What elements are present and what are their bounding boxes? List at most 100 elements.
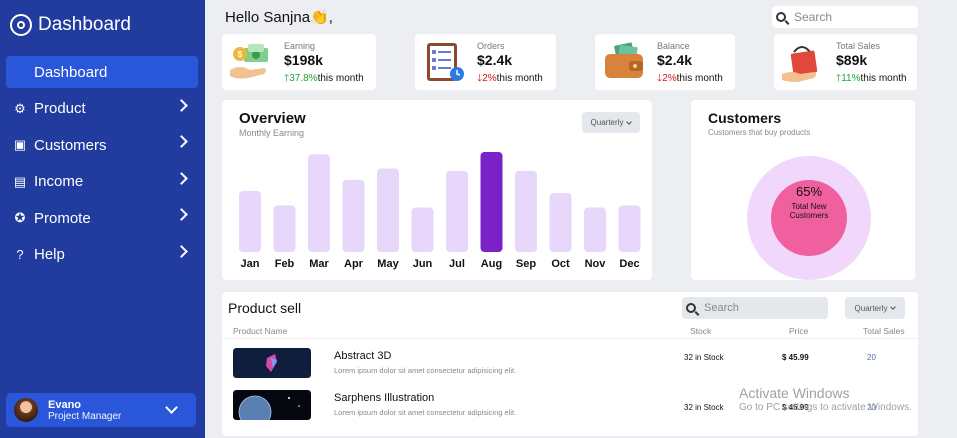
- product-description: Lorem ipsum dolor sit amet consectetur a…: [334, 366, 517, 375]
- stat-label: Earning: [284, 41, 316, 51]
- sidebar-item-help[interactable]: ? Help: [6, 239, 198, 271]
- avatar: [14, 398, 38, 422]
- product-search-input[interactable]: Search: [682, 297, 828, 319]
- product-total-sales: 20: [867, 353, 876, 362]
- product-sell-panel: Product sell Search Quarterly Product Na…: [222, 292, 918, 436]
- bar-jan: [239, 190, 261, 252]
- bar-oct: [549, 193, 572, 252]
- sidebar-item-label: Customers: [34, 136, 107, 154]
- x-tick-label: Mar: [309, 258, 329, 270]
- overview-panel: Overview Monthly Earning Quarterly Jan Fe…: [222, 100, 652, 280]
- chevron-right-icon: [175, 208, 188, 221]
- x-tick-label: Jul: [449, 258, 465, 270]
- stat-value: $89k: [836, 52, 868, 68]
- x-tick-label: Nov: [585, 258, 607, 270]
- stat-card-orders: Orders $2.4k 🡓2%this month: [415, 34, 556, 90]
- product-name: Abstract 3D: [334, 350, 392, 362]
- product-description: Lorem ipsum dolor sit amet consectetur a…: [334, 408, 517, 417]
- wallet-icon: ▤: [13, 173, 27, 189]
- x-tick-label: Feb: [275, 258, 295, 270]
- chevron-right-icon: [175, 135, 188, 148]
- brand-hexagon-icon: [10, 14, 32, 36]
- search-icon: [776, 12, 786, 22]
- product-price: $ 45.99: [782, 403, 809, 412]
- user-name: Evano: [48, 398, 82, 411]
- stat-value: $2.4k: [657, 52, 693, 68]
- chevron-down-icon: [890, 304, 897, 310]
- bar-aug: [480, 152, 503, 252]
- monthly-earning-bar-chart: Jan Feb Mar Apr May Jun Jul Aug Sep Oct Nov Dec: [239, 152, 641, 270]
- user-profile-card[interactable]: Evano Project Manager: [6, 393, 196, 427]
- table-row[interactable]: Abstract 3D Lorem ipsum dolor sit amet c…: [222, 348, 918, 384]
- stat-value: $198k: [284, 52, 323, 68]
- sidebar-item-dashboard[interactable]: Dashboard: [6, 56, 198, 88]
- table-divider: [222, 338, 918, 339]
- stat-change: 🡓2%this month: [477, 73, 543, 84]
- bar-apr: [342, 179, 365, 252]
- sidebar-item-label: Promote: [34, 209, 91, 227]
- column-header-product-name: Product Name: [233, 326, 288, 336]
- chevron-right-icon: [175, 98, 188, 112]
- brand-title: Dashboard: [38, 14, 131, 35]
- column-header-price: Price: [789, 326, 809, 336]
- bar-sep: [515, 170, 537, 252]
- sidebar-item-customers[interactable]: ▣ Customers: [6, 129, 198, 161]
- product-stock: 32 in Stock: [684, 403, 724, 412]
- x-tick-label: May: [377, 258, 399, 270]
- search-placeholder: Search: [704, 302, 739, 314]
- chevron-right-icon: [175, 244, 188, 258]
- sidebar-item-label: Help: [34, 246, 65, 263]
- money-hand-icon: $: [230, 44, 268, 79]
- product-thumbnail: [233, 390, 311, 420]
- chevron-right-icon: [175, 171, 188, 185]
- table-row[interactable]: Sarphens Illustration Lorem ipsum dolor …: [222, 390, 918, 426]
- donut-caption-line2: Customers: [789, 211, 829, 220]
- product-price: $ 45.99: [782, 353, 809, 362]
- svg-text:$: $: [238, 50, 243, 59]
- x-tick-label: Jun: [413, 258, 433, 270]
- product-name: Sarphens Illustration: [334, 392, 435, 404]
- x-tick-label: Dec: [619, 258, 639, 270]
- stat-card-total-sales: Total Sales $89k 🡑11%this month: [774, 34, 917, 90]
- bar-may: [377, 168, 399, 252]
- product-thumbnail: [233, 348, 311, 378]
- help-icon: ?: [16, 247, 24, 262]
- column-header-stock: Stock: [690, 326, 712, 336]
- product-total-sales: 20: [867, 403, 876, 412]
- bar-dec: [618, 205, 641, 252]
- stat-card-balance: Balance $2.4k 🡓2%this month: [595, 34, 735, 90]
- sidebar-item-income[interactable]: ▤ Income: [6, 166, 198, 198]
- product-period-dropdown[interactable]: Quarterly: [845, 297, 905, 319]
- period-dropdown-value: Quarterly: [854, 303, 888, 313]
- stat-change: 🡑11%this month: [836, 73, 907, 84]
- sidebar-item-label: Product: [34, 100, 86, 117]
- x-tick-label: Aug: [481, 258, 502, 270]
- wallet-icon: [605, 42, 643, 78]
- x-tick-label: Oct: [551, 258, 570, 270]
- bar-nov: [584, 207, 606, 252]
- sidebar-item-product[interactable]: ⚙ Product: [6, 93, 198, 125]
- stat-change: 🡓2%this month: [657, 73, 723, 84]
- user-role: Project Manager: [48, 410, 122, 422]
- chevron-down-icon[interactable]: [165, 401, 178, 414]
- brand[interactable]: Dashboard: [10, 14, 131, 36]
- product-sell-title: Product sell: [228, 300, 302, 316]
- sidebar-item-promote[interactable]: ✪ Promote: [6, 202, 198, 234]
- search-placeholder: Search: [794, 10, 833, 24]
- search-input[interactable]: Search: [772, 6, 918, 28]
- bar-feb: [273, 205, 296, 252]
- gear-icon: ⚙: [14, 100, 26, 116]
- user-icon: ▣: [13, 137, 27, 152]
- donut-caption-line1: Total New: [791, 202, 827, 211]
- stat-label: Total Sales: [836, 41, 881, 51]
- x-tick-label: Sep: [516, 258, 536, 270]
- sidebar-nav: Dashboard ⚙ Product ▣ Customers ▤ Income…: [6, 56, 198, 275]
- search-icon: [686, 303, 696, 313]
- customer-percent: 65%: [795, 184, 823, 199]
- product-stock: 32 in Stock: [684, 353, 724, 362]
- customers-panel: Customers Customers that buy products 65…: [691, 100, 915, 280]
- stat-label: Orders: [477, 41, 505, 51]
- checklist-icon: [427, 43, 464, 81]
- star-icon: ✪: [14, 210, 26, 225]
- sidebar-item-label: Income: [34, 173, 84, 190]
